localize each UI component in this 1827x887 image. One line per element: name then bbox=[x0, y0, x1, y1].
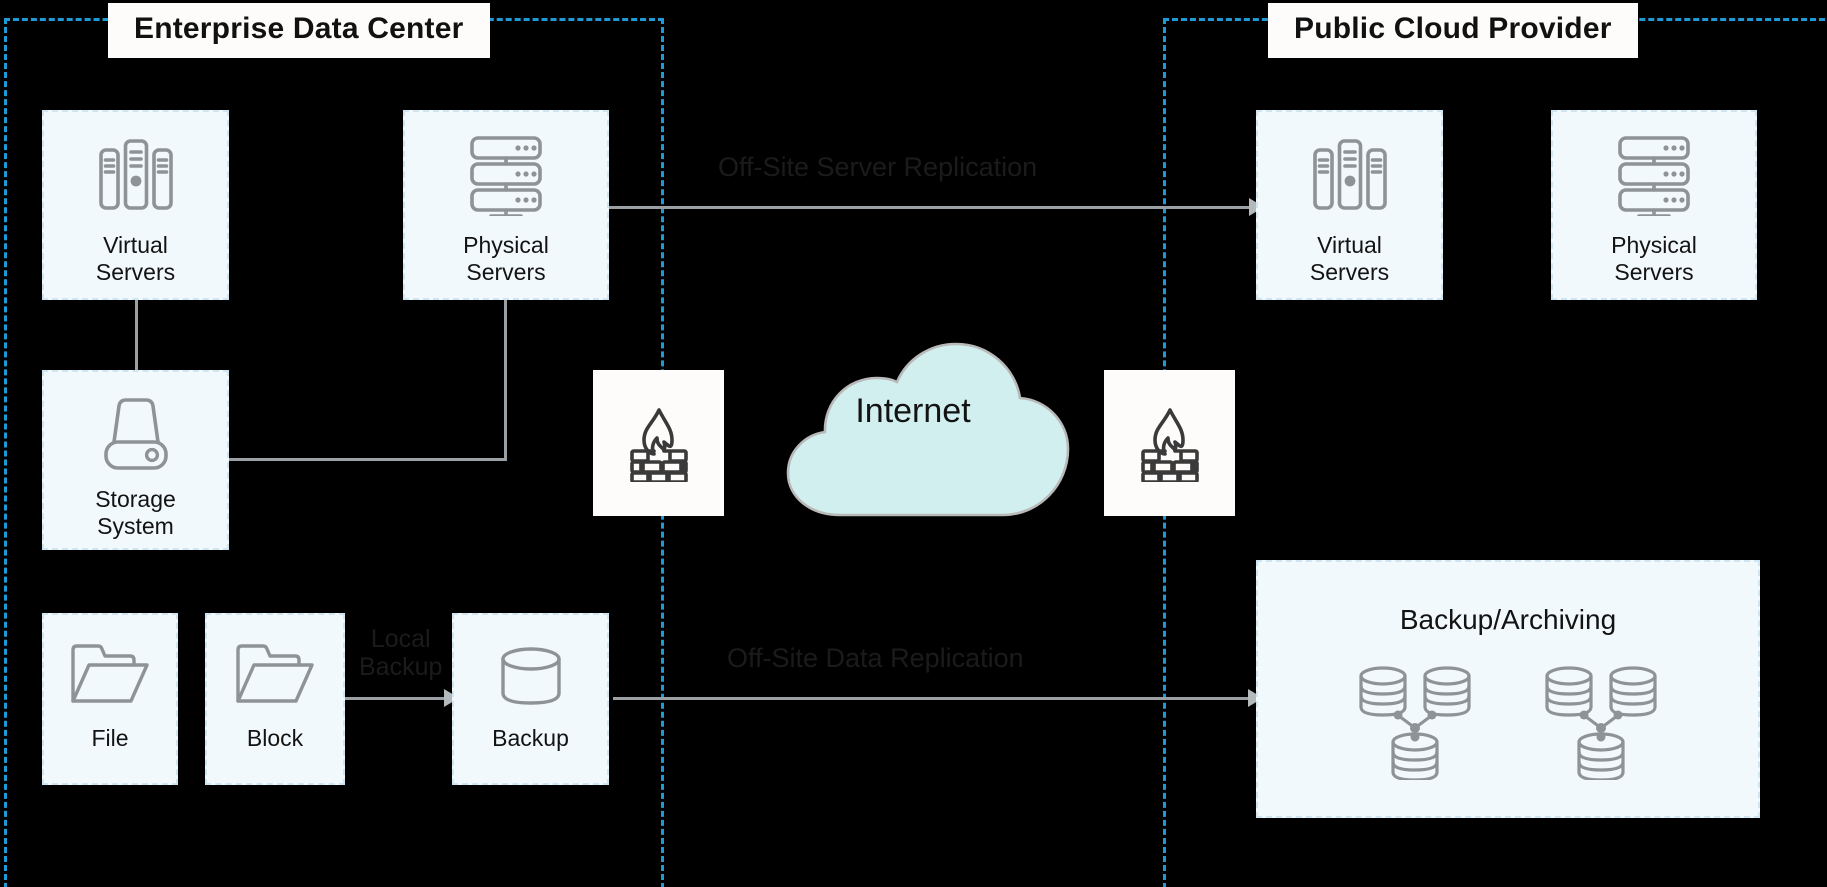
physical-servers-icon bbox=[1610, 134, 1698, 216]
node-label: Physical Servers bbox=[463, 232, 549, 285]
firewall-icon bbox=[629, 408, 688, 482]
node-label: Virtual Servers bbox=[1309, 232, 1390, 285]
node-dc-file[interactable]: File bbox=[42, 613, 178, 785]
storage-system-icon bbox=[94, 396, 178, 474]
node-cloud-backup-archiving[interactable]: Backup/Archiving bbox=[1256, 560, 1760, 818]
physical-servers-icon bbox=[462, 134, 550, 216]
folder-icon bbox=[68, 641, 152, 707]
database-cylinder-icon bbox=[495, 645, 567, 707]
folder-icon bbox=[233, 641, 317, 707]
firewall-right[interactable] bbox=[1104, 370, 1235, 516]
node-label: Backup bbox=[492, 725, 569, 751]
node-cloud-virtual-servers[interactable]: Virtual Servers bbox=[1256, 110, 1443, 300]
link-local-backup bbox=[345, 697, 450, 700]
node-dc-backup[interactable]: Backup bbox=[452, 613, 609, 785]
virtual-servers-icon bbox=[1310, 134, 1390, 216]
link-physical-to-storage bbox=[229, 458, 507, 461]
zone-title-enterprise: Enterprise Data Center bbox=[108, 3, 490, 58]
link-virtual-to-storage bbox=[135, 300, 138, 370]
link-offsite-server-replication bbox=[609, 206, 1255, 209]
node-label: Physical Servers bbox=[1611, 232, 1697, 285]
firewall-icon bbox=[1140, 408, 1199, 482]
backup-archiving-title: Backup/Archiving bbox=[1399, 604, 1617, 635]
node-dc-physical-servers[interactable]: Physical Servers bbox=[403, 110, 609, 300]
link-physical-down bbox=[504, 300, 507, 460]
database-cluster-icon bbox=[1355, 660, 1475, 780]
node-dc-block[interactable]: Block bbox=[205, 613, 345, 785]
virtual-servers-icon bbox=[96, 134, 176, 216]
edge-label-data-replication: Off-Site Data Replication bbox=[727, 643, 1024, 673]
node-label: Storage System bbox=[95, 486, 176, 539]
firewall-left[interactable] bbox=[593, 370, 724, 516]
node-cloud-physical-servers[interactable]: Physical Servers bbox=[1551, 110, 1757, 300]
node-label: Virtual Servers bbox=[95, 232, 176, 285]
internet-label: Internet bbox=[855, 392, 971, 430]
internet-cloud[interactable]: Internet bbox=[748, 330, 1078, 530]
node-dc-virtual-servers[interactable]: Virtual Servers bbox=[42, 110, 229, 300]
zone-title-cloud: Public Cloud Provider bbox=[1268, 3, 1638, 58]
database-cluster-row bbox=[1258, 660, 1758, 780]
node-label: File bbox=[91, 725, 129, 751]
database-cluster-icon bbox=[1541, 660, 1661, 780]
edge-label-server-replication: Off-Site Server Replication bbox=[718, 152, 1038, 182]
node-label: Block bbox=[246, 725, 304, 751]
link-offsite-data-replication bbox=[613, 697, 1254, 700]
node-dc-storage-system[interactable]: Storage System bbox=[42, 370, 229, 550]
edge-label-local-backup: Local Backup bbox=[359, 625, 443, 681]
diagram-canvas: Enterprise Data Center Public Cloud Prov… bbox=[0, 0, 1827, 887]
